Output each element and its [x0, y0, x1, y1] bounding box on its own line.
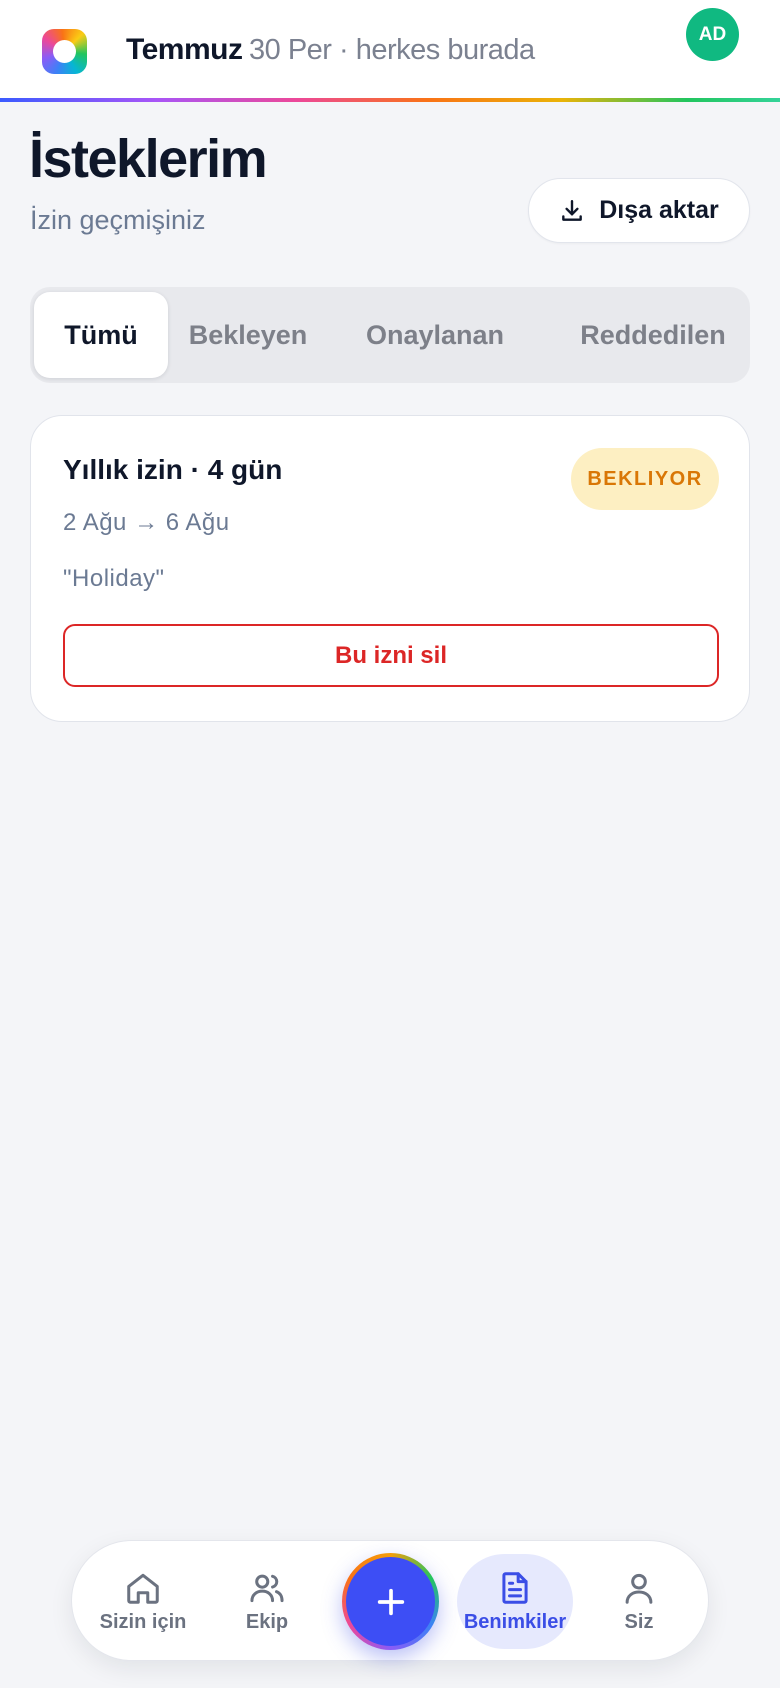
- nav-item-team[interactable]: Ekip: [209, 1554, 325, 1649]
- request-title: Yıllık izin · 4 gün: [63, 454, 283, 485]
- user-icon: [625, 1573, 653, 1604]
- brand-name: Temmuz: [126, 33, 243, 66]
- nav-label-you: Siz: [624, 1611, 654, 1633]
- export-button[interactable]: Dışa aktar: [528, 178, 750, 243]
- tab-approved[interactable]: Onaylanan: [360, 292, 510, 378]
- nav-item-mine[interactable]: Benimkiler: [457, 1554, 573, 1649]
- document-icon: [502, 1572, 528, 1604]
- nav-item-for-you[interactable]: Sizin için: [85, 1554, 201, 1649]
- avatar[interactable]: AD: [686, 8, 739, 61]
- delete-request-button[interactable]: Bu izni sil: [63, 624, 719, 687]
- brand-subtitle: 30 Per · herkes burada: [249, 34, 535, 66]
- download-icon: [562, 199, 583, 221]
- tab-all[interactable]: Tümü: [34, 292, 168, 378]
- nav-label-for-you: Sizin için: [99, 1611, 187, 1633]
- nav-label-mine: Benimkiler: [463, 1611, 567, 1633]
- fab-inner: [346, 1557, 435, 1646]
- request-dates: 2 Ağu → 6 Ağu: [63, 509, 230, 536]
- export-label: Dışa aktar: [599, 196, 719, 224]
- page-title: İsteklerim: [29, 129, 268, 189]
- status-badge: BEKLIYOR: [571, 448, 719, 510]
- users-icon: [250, 1574, 284, 1603]
- tab-pending[interactable]: Bekleyen: [178, 292, 318, 378]
- page-subtitle: İzin geçmişiniz: [30, 205, 206, 235]
- home-icon: [127, 1573, 159, 1604]
- app-logo[interactable]: [42, 29, 87, 74]
- filter-tabs: Tümü Bekleyen Onaylanan Reddedilen: [30, 287, 750, 383]
- add-request-button[interactable]: [342, 1553, 439, 1650]
- rainbow-divider: [0, 98, 780, 102]
- plus-icon: [377, 1588, 404, 1615]
- nav-item-you[interactable]: Siz: [581, 1554, 697, 1649]
- request-note: "Holiday": [63, 565, 165, 592]
- tab-rejected[interactable]: Reddedilen: [568, 292, 738, 378]
- request-card: Yıllık izin · 4 gün BEKLIYOR 2 Ağu → 6 A…: [30, 415, 750, 722]
- nav-label-team: Ekip: [245, 1611, 289, 1633]
- top-bar: Temmuz 30 Per · herkes burada AD: [0, 0, 780, 100]
- bottom-nav: Sizin için Ekip Benimkiler Siz: [71, 1540, 709, 1661]
